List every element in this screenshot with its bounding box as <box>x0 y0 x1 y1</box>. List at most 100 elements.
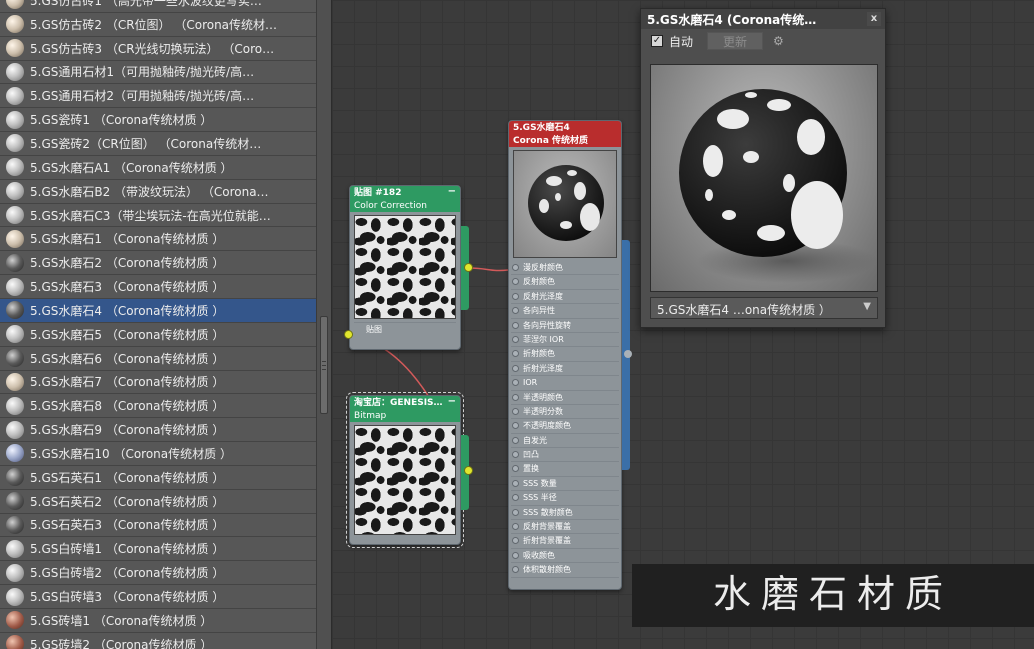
slot-input-socket[interactable] <box>512 566 519 574</box>
slot-input-socket[interactable] <box>512 292 519 300</box>
slot-input-socket[interactable] <box>512 379 519 387</box>
material-slot[interactable]: 折射颜色 <box>511 347 619 362</box>
material-slot-list: 漫反射颜色 反射颜色 反射光泽度 各向异性 各向异性旋转 菲涅尔 IOR 折射颜色 折射光泽度… <box>509 261 621 578</box>
material-slot[interactable]: SSS 半径 <box>511 491 619 506</box>
slot-input-socket[interactable] <box>512 407 519 415</box>
material-slot[interactable]: 吸收颜色 <box>511 549 619 564</box>
slot-input-socket[interactable] <box>512 508 519 516</box>
material-item-label: 5.GS水磨石6 （Corona传统材质 ） <box>30 351 225 366</box>
slot-input-socket[interactable] <box>512 494 519 502</box>
material-slot[interactable]: 不透明度颜色 <box>511 419 619 434</box>
material-slot[interactable]: 体积散射颜色 <box>511 563 619 578</box>
material-list-item[interactable]: 5.GS砖墙2 （Corona传统材质 ） <box>0 632 316 649</box>
material-list-item[interactable]: 5.GS水磨石A1 （Corona传统材质 ） <box>0 155 316 180</box>
material-list-item[interactable]: 5.GS水磨石7 （Corona传统材质 ） <box>0 370 316 395</box>
slot-input-socket[interactable] <box>512 278 519 286</box>
material-list-item[interactable]: 5.GS水磨石2 （Corona传统材质 ） <box>0 251 316 276</box>
material-list-item[interactable]: 5.GS水磨石5 （Corona传统材质 ） <box>0 322 316 347</box>
material-list-item[interactable]: 5.GS水磨石8 （Corona传统材质 ） <box>0 394 316 419</box>
material-slot[interactable]: 各向异性旋转 <box>511 319 619 333</box>
material-slot[interactable]: 半透明颜色 <box>511 391 619 405</box>
slot-input-socket[interactable] <box>512 393 519 401</box>
slot-input-socket[interactable] <box>512 335 519 343</box>
material-list-item[interactable]: 5.GS仿古砖2 （CR位图） （Corona传统材… <box>0 12 316 37</box>
material-slot[interactable]: SSS 数量 <box>511 477 619 492</box>
material-preview-window[interactable]: 5.GS水磨石4 (Corona传统… x ✓ 自动 更新 ⚙ 5.GS水磨石4… <box>640 8 886 328</box>
material-item-label: 5.GS水磨石9 （Corona传统材质 ） <box>30 423 225 438</box>
material-list-item[interactable]: 5.GS瓷砖2（CR位图） （Corona传统材… <box>0 132 316 156</box>
panel-splitter[interactable] <box>316 0 332 649</box>
splitter-grip[interactable] <box>320 316 328 414</box>
slot-input-socket[interactable] <box>512 264 519 271</box>
material-slot[interactable]: 反射颜色 <box>511 275 619 290</box>
material-slot[interactable]: 反射背景覆盖 <box>511 520 619 535</box>
slot-input-socket[interactable] <box>512 523 519 531</box>
material-list-item[interactable]: 5.GS水磨石6 （Corona传统材质 ） <box>0 346 316 371</box>
material-output-dot[interactable] <box>624 350 632 358</box>
cc-output-socket[interactable] <box>464 263 473 272</box>
material-slot[interactable]: 置换 <box>511 462 619 477</box>
material-list-item[interactable]: 5.GS白砖墙2 （Corona传统材质 ） <box>0 561 316 586</box>
bitmap-node[interactable]: 淘宝店：GENESIS… − Bitmap <box>346 392 464 548</box>
material-slot[interactable]: 漫反射颜色 <box>511 261 619 276</box>
material-list-item[interactable]: 5.GS水磨石3 （Corona传统材质 ） <box>0 275 316 299</box>
material-list-item[interactable]: 5.GS白砖墙1 （Corona传统材质 ） <box>0 537 316 562</box>
node-minimize-icon[interactable]: − <box>448 186 456 198</box>
bitmap-output-socket[interactable] <box>464 466 473 475</box>
material-slot[interactable]: 凹凸 <box>511 448 619 463</box>
material-slot[interactable]: 折射光泽度 <box>511 362 619 377</box>
material-list-item[interactable]: 5.GS通用石材2（可用抛釉砖/抛光砖/高… <box>0 84 316 109</box>
node-minimize-icon[interactable]: − <box>448 396 456 408</box>
material-slot[interactable]: 菲涅尔 IOR <box>511 333 619 348</box>
material-list-item[interactable]: 5.GS水磨石9 （Corona传统材质 ） <box>0 418 316 443</box>
material-list-item[interactable]: 5.GS石英石2 （Corona传统材质 ） <box>0 489 316 514</box>
material-list-item[interactable]: 5.GS石英石3 （Corona传统材质 ） <box>0 513 316 538</box>
slot-input-socket[interactable] <box>512 307 519 315</box>
material-list-item[interactable]: 5.GS仿古砖1 （高光带一些水波纹更写实… <box>0 0 316 13</box>
slot-input-socket[interactable] <box>512 436 519 444</box>
material-slot[interactable]: SSS 散射颜色 <box>511 506 619 521</box>
material-browser-list[interactable]: 5.GS仿古砖1 （高光带一些水波纹更写实… 5.GS仿古砖2 （CR位图） （C… <box>0 0 316 649</box>
cc-input-socket[interactable] <box>344 330 353 339</box>
map-input-slot[interactable]: 贴图 <box>354 322 456 336</box>
material-sphere-icon <box>6 539 24 558</box>
slot-input-socket[interactable] <box>512 479 519 487</box>
slot-input-socket[interactable] <box>512 465 519 473</box>
material-list-item[interactable]: 5.GS水磨石1 （Corona传统材质 ） <box>0 227 316 252</box>
material-list-item[interactable]: 5.GS砖墙1 （Corona传统材质 ） <box>0 608 316 633</box>
preview-render-viewport[interactable] <box>650 64 878 292</box>
preview-window-title[interactable]: 5.GS水磨石4 (Corona传统… x <box>641 9 885 29</box>
slot-label: 凹凸 <box>523 450 539 460</box>
material-list-item[interactable]: 5.GS水磨石10 （Corona传统材质 ） <box>0 442 316 466</box>
slot-input-socket[interactable] <box>512 451 519 459</box>
slot-input-socket[interactable] <box>512 422 519 430</box>
material-sphere-icon <box>6 587 24 606</box>
material-list-item[interactable]: 5.GS水磨石B2 （带波纹玩法） （Corona… <box>0 179 316 204</box>
auto-update-checkbox[interactable]: ✓ <box>651 35 663 47</box>
preview-material-dropdown[interactable]: 5.GS水磨石4 …ona传统材质 ） ▼ <box>650 297 878 319</box>
material-list-item[interactable]: 5.GS水磨石4 （Corona传统材质 ） <box>0 298 316 323</box>
update-button[interactable]: 更新 <box>707 32 764 50</box>
material-list-item[interactable]: 5.GS白砖墙3 （Corona传统材质 ） <box>0 585 316 609</box>
material-list-item[interactable]: 5.GS通用石材1（可用抛釉砖/抛光砖/高… <box>0 60 316 85</box>
slot-input-socket[interactable] <box>512 551 519 559</box>
close-button[interactable]: x <box>867 12 881 26</box>
slot-input-socket[interactable] <box>512 364 519 372</box>
material-slot[interactable]: 自发光 <box>511 434 619 449</box>
material-list-item[interactable]: 5.GS仿古砖3 （CR光线切换玩法） （Coro… <box>0 36 316 61</box>
material-list-item[interactable]: 5.GS瓷砖1 （Corona传统材质 ） <box>0 108 316 133</box>
material-list-item[interactable]: 5.GS石英石1 （Corona传统材质 ） <box>0 465 316 490</box>
node-title-text: 淘宝店：GENESIS… <box>354 398 443 408</box>
color-correction-node[interactable]: 贴图 #182 − Color Correction 贴图 <box>349 185 461 350</box>
slot-input-socket[interactable] <box>512 537 519 545</box>
slot-input-socket[interactable] <box>512 321 519 329</box>
preview-options-icon[interactable]: ⚙ <box>773 34 784 48</box>
slot-input-socket[interactable] <box>512 350 519 358</box>
corona-material-node[interactable]: 5.GS水磨石4 Corona 传统材质 漫反射颜色 反射颜色 反射光泽度 各向异性各… <box>508 120 622 590</box>
material-slot[interactable]: 折射背景覆盖 <box>511 534 619 549</box>
material-slot[interactable]: 反射光泽度 <box>511 290 619 305</box>
material-slot[interactable]: 各向异性 <box>511 304 619 319</box>
material-slot[interactable]: IOR <box>511 376 619 391</box>
material-list-item[interactable]: 5.GS水磨石C3（带尘埃玩法-在高光位就能… <box>0 203 316 228</box>
material-slot[interactable]: 半透明分数 <box>511 405 619 420</box>
